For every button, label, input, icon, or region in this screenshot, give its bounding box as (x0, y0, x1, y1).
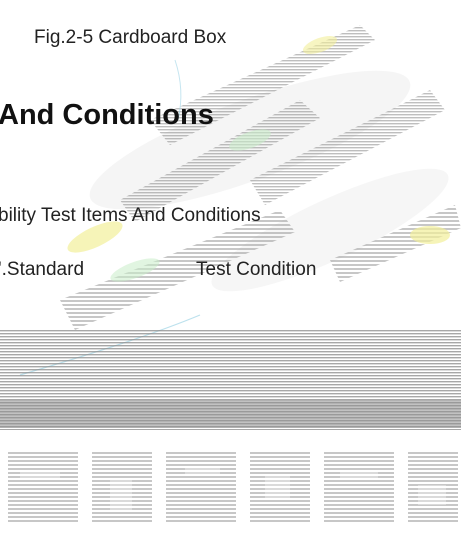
section-heading: And Conditions (0, 99, 214, 131)
document-page: Fig.2-5 Cardboard Box And Conditions bil… (0, 0, 461, 540)
table-header-test-condition: Test Condition (196, 259, 317, 280)
table-header-standard: '.Standard (0, 259, 85, 280)
section-subheading: bility Test Items And Conditions (0, 205, 261, 226)
figure-caption: Fig.2-5 Cardboard Box (34, 27, 227, 48)
